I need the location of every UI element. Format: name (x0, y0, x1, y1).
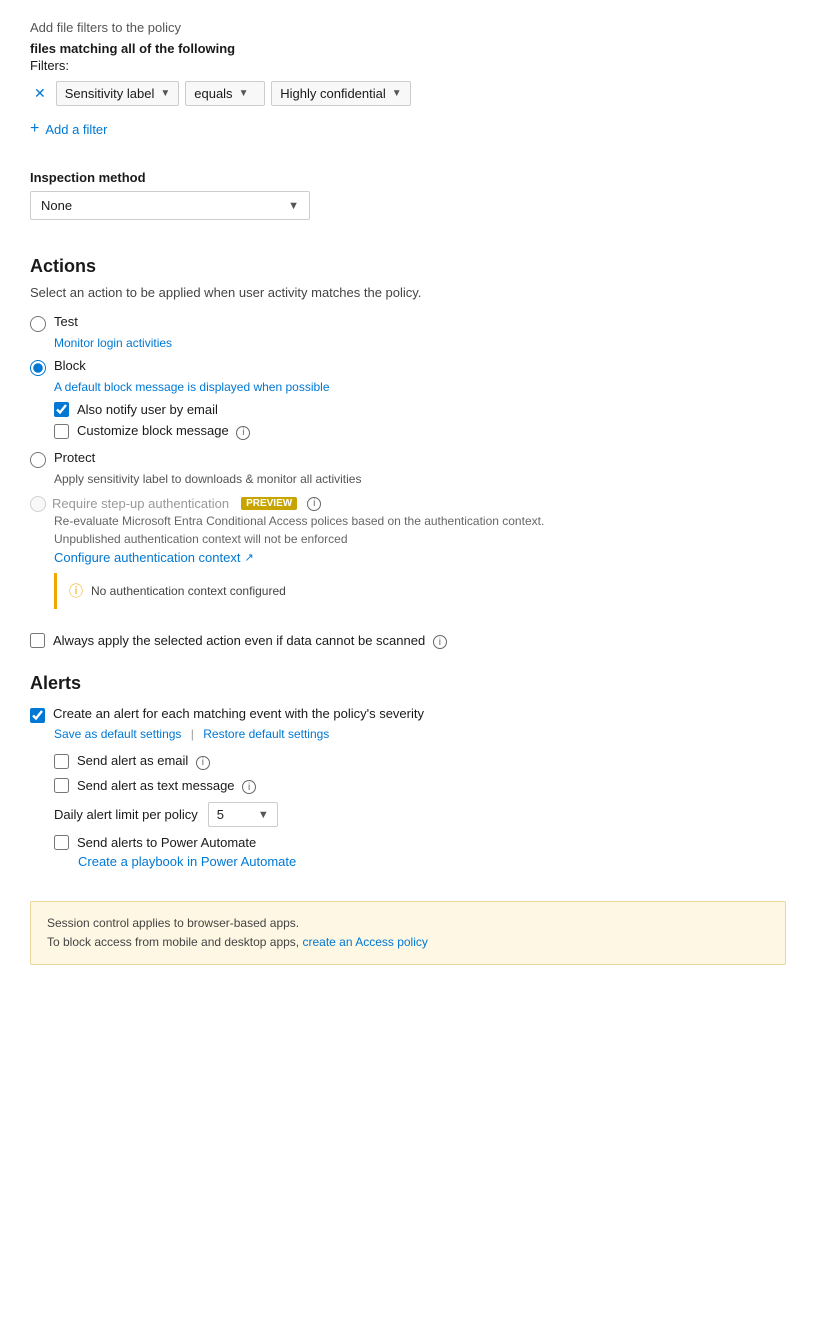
auth-desc-1: Re-evaluate Microsoft Entra Conditional … (54, 514, 786, 528)
filter-heading: Add file filters to the policy (30, 20, 786, 35)
customize-block-option: Customize block message i (54, 423, 786, 440)
auth-desc-2: Unpublished authentication context will … (54, 532, 786, 546)
require-auth-radio[interactable] (30, 496, 46, 512)
inspection-label: Inspection method (30, 170, 786, 185)
always-apply-checkbox[interactable] (30, 633, 45, 648)
filter-match-label: files matching all of the following (30, 41, 786, 56)
actions-section: Actions Select an action to be applied w… (30, 256, 786, 609)
alerts-title: Alerts (30, 673, 786, 694)
chevron-down-icon: ▼ (392, 88, 402, 99)
filter-section: Add file filters to the policy files mat… (30, 20, 786, 138)
inspection-value: None (41, 198, 72, 213)
remove-filter-button[interactable]: ✕ (30, 83, 50, 104)
protect-label[interactable]: Protect (54, 450, 95, 465)
inspection-method-dropdown[interactable]: None ▼ (30, 191, 310, 220)
protect-description: Apply sensitivity label to downloads & m… (54, 472, 786, 486)
preview-badge: PREVIEW (241, 497, 297, 510)
restore-default-link[interactable]: Restore default settings (203, 727, 329, 741)
filter-value-dropdown[interactable]: Highly confidential ▼ (271, 81, 410, 106)
daily-limit-value: 5 (217, 807, 224, 822)
settings-links: Save as default settings | Restore defau… (54, 727, 786, 741)
send-email-label: Send alert as email i (77, 753, 210, 770)
filter-row: ✕ Sensitivity label ▼ equals ▼ Highly co… (30, 81, 786, 106)
always-apply-label: Always apply the selected action even if… (53, 633, 447, 650)
chevron-down-icon: ▼ (288, 200, 299, 212)
create-alert-row: Create an alert for each matching event … (30, 706, 786, 723)
warning-icon: ⓘ (69, 581, 83, 601)
protect-radio[interactable] (30, 452, 46, 468)
create-alert-checkbox[interactable] (30, 708, 45, 723)
alerts-section: Alerts Create an alert for each matching… (30, 673, 786, 869)
always-apply-row: Always apply the selected action even if… (30, 633, 786, 650)
filter-sublabel: Filters: (30, 58, 786, 73)
block-description: A default block message is displayed whe… (54, 380, 786, 394)
session-banner-line1: Session control applies to browser-based… (47, 916, 299, 930)
auth-warning-box: ⓘ No authentication context configured (54, 573, 786, 609)
protect-radio-option: Protect (30, 450, 786, 468)
actions-title: Actions (30, 256, 786, 277)
power-automate-section: Send alerts to Power Automate Create a p… (54, 835, 786, 869)
send-text-checkbox[interactable] (54, 778, 69, 793)
power-automate-label[interactable]: Send alerts to Power Automate (77, 835, 256, 850)
require-auth-label: Require step-up authentication (52, 496, 229, 511)
power-automate-option: Send alerts to Power Automate (54, 835, 786, 850)
sensitivity-label-value: Sensitivity label (65, 86, 155, 101)
actions-description: Select an action to be applied when user… (30, 285, 786, 300)
test-description: Monitor login activities (54, 336, 786, 350)
always-apply-info-icon[interactable]: i (433, 635, 447, 649)
send-email-info-icon[interactable]: i (196, 756, 210, 770)
filter-value: Highly confidential (280, 86, 386, 101)
session-banner-line2: To block access from mobile and desktop … (47, 935, 299, 949)
customize-block-info-icon[interactable]: i (236, 426, 250, 440)
alert-sub-options: Send alert as email i Send alert as text… (54, 753, 786, 794)
chevron-down-icon: ▼ (258, 809, 269, 821)
test-radio[interactable] (30, 316, 46, 332)
daily-limit-label: Daily alert limit per policy (54, 807, 198, 822)
create-playbook-sub: Create a playbook in Power Automate (78, 854, 786, 869)
create-playbook-link[interactable]: Create a playbook in Power Automate (78, 854, 296, 869)
send-text-label: Send alert as text message i (77, 778, 256, 795)
send-text-option: Send alert as text message i (54, 778, 786, 795)
block-label[interactable]: Block (54, 358, 86, 373)
chevron-down-icon: ▼ (160, 88, 170, 99)
chevron-down-icon: ▼ (239, 88, 249, 99)
add-filter-label: Add a filter (45, 122, 107, 137)
equals-dropdown[interactable]: equals ▼ (185, 81, 265, 106)
power-automate-checkbox[interactable] (54, 835, 69, 850)
notify-email-label[interactable]: Also notify user by email (77, 402, 218, 417)
block-radio[interactable] (30, 360, 46, 376)
sensitivity-label-dropdown[interactable]: Sensitivity label ▼ (56, 81, 180, 106)
create-alert-label[interactable]: Create an alert for each matching event … (53, 706, 424, 721)
block-radio-option: Block (30, 358, 786, 376)
customize-block-checkbox[interactable] (54, 424, 69, 439)
configure-auth-link[interactable]: Configure authentication context ↗ (54, 550, 254, 565)
add-filter-button[interactable]: + Add a filter (30, 120, 786, 138)
daily-limit-dropdown[interactable]: 5 ▼ (208, 802, 278, 827)
daily-limit-row: Daily alert limit per policy 5 ▼ (54, 802, 786, 827)
save-default-link[interactable]: Save as default settings (54, 727, 181, 741)
external-link-icon: ↗ (244, 551, 253, 564)
auth-warning-text: No authentication context configured (91, 584, 286, 598)
inspection-section: Inspection method None ▼ (30, 170, 786, 220)
send-email-option: Send alert as email i (54, 753, 786, 770)
test-radio-option: Test (30, 314, 786, 332)
equals-value: equals (194, 86, 232, 101)
notify-email-option: Also notify user by email (54, 402, 786, 417)
require-auth-info-icon[interactable]: i (307, 497, 321, 511)
session-banner: Session control applies to browser-based… (30, 901, 786, 965)
plus-icon: + (30, 120, 39, 138)
require-auth-row: Require step-up authentication PREVIEW i (30, 496, 786, 512)
create-access-policy-link[interactable]: create an Access policy (302, 935, 427, 949)
customize-block-label: Customize block message i (77, 423, 250, 440)
send-email-checkbox[interactable] (54, 754, 69, 769)
test-label[interactable]: Test (54, 314, 78, 329)
notify-email-checkbox[interactable] (54, 402, 69, 417)
send-text-info-icon[interactable]: i (242, 780, 256, 794)
